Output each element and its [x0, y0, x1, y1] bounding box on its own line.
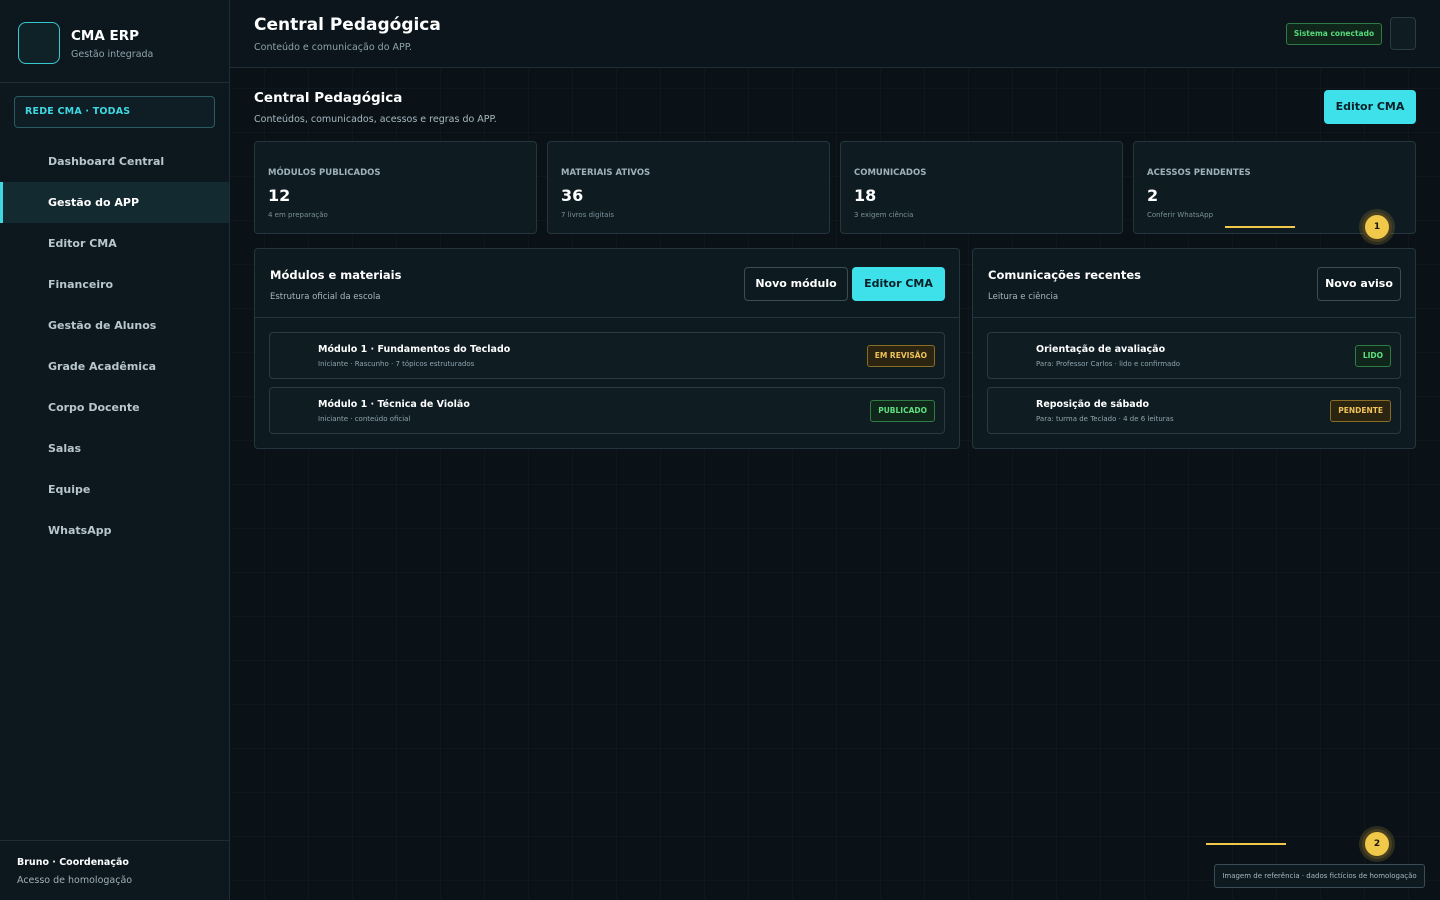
stat-card-modulos: MÓDULOS PUBLICADOS 12 4 em preparação	[254, 141, 537, 234]
list-item[interactable]: Reposição de sábado Para: turma de Tecla…	[987, 387, 1401, 434]
stat-value: 2	[1147, 186, 1159, 205]
sidebar-item-gestao-de-alunos[interactable]: Gestão de Alunos	[0, 305, 229, 346]
status-badge: Sistema conectado	[1286, 23, 1382, 45]
status-badge: PUBLICADO	[870, 400, 935, 422]
annotation-marker[interactable]: 1	[1362, 212, 1392, 242]
stat-label: MATERIAIS ATIVOS	[561, 168, 651, 178]
page-subtitle: Conteúdo e comunicação do APP.	[254, 42, 413, 53]
stat-note: 7 livros digitais	[561, 211, 614, 219]
network-selector[interactable]: REDE CMA · TODAS	[14, 96, 215, 128]
row-meta: Para: turma de Teclado · 4 de 6 leituras	[1036, 415, 1174, 423]
top-header: Central Pedagógica Conteúdo e comunicaçã…	[230, 0, 1440, 68]
stat-value: 12	[268, 186, 291, 205]
sidebar-item-equipe[interactable]: Equipe	[0, 469, 229, 510]
sidebar-item-grade-academica[interactable]: Grade Acadêmica	[0, 346, 229, 387]
stat-label: COMUNICADOS	[854, 168, 927, 178]
communications-panel: Comunicações recentes Leitura e ciência …	[972, 248, 1416, 449]
list-item[interactable]: Módulo 1 · Técnica de Violão Iniciante ·…	[269, 387, 945, 434]
sidebar-item-salas[interactable]: Salas	[0, 428, 229, 469]
sidebar-item-financeiro[interactable]: Financeiro	[0, 264, 229, 305]
new-module-button[interactable]: Novo módulo	[744, 267, 848, 301]
stat-value: 36	[561, 186, 584, 205]
stat-card-materiais: MATERIAIS ATIVOS 36 7 livros digitais	[547, 141, 830, 234]
brand-subtitle: Gestão integrada	[71, 49, 154, 60]
user-block[interactable]: Bruno · Coordenação Acesso de homologaçã…	[0, 840, 229, 900]
panel-title: Comunicações recentes	[988, 268, 1141, 282]
panel-subtitle: Estrutura oficial da escola	[270, 292, 381, 302]
stat-note: 4 em preparação	[268, 211, 328, 219]
stat-note: Conferir WhatsApp	[1147, 211, 1214, 219]
sidebar-nav: Dashboard Central Gestão do APP Editor C…	[0, 141, 229, 551]
list-item[interactable]: Orientação de avaliação Para: Professor …	[987, 332, 1401, 379]
annotation-marker[interactable]: 2	[1362, 829, 1392, 859]
list-item[interactable]: Módulo 1 · Fundamentos do Teclado Inicia…	[269, 332, 945, 379]
stat-card-comunicados: COMUNICADOS 18 3 exigem ciência	[840, 141, 1123, 234]
brand: CMA ERP Gestão integrada	[0, 0, 229, 83]
status-badge: EM REVISÃO	[866, 345, 935, 367]
panel-header: Comunicações recentes Leitura e ciência …	[973, 249, 1415, 318]
sidebar-item-editor-cma[interactable]: Editor CMA	[0, 223, 229, 264]
brand-title: CMA ERP	[71, 28, 140, 44]
row-meta: Iniciante · conteúdo oficial	[318, 415, 411, 423]
section-subtitle: Conteúdos, comunicados, acessos e regras…	[254, 114, 497, 125]
row-meta: Iniciante · Rascunho · 7 tópicos estrutu…	[318, 360, 475, 368]
row-meta: Para: Professor Carlos · lido e confirma…	[1036, 360, 1181, 368]
panel-title: Módulos e materiais	[270, 268, 402, 282]
row-title: Módulo 1 · Técnica de Violão	[318, 399, 470, 410]
editor-cma-panel-button[interactable]: Editor CMA	[852, 267, 945, 301]
modules-panel: Módulos e materiais Estrutura oficial da…	[254, 248, 960, 449]
row-title: Módulo 1 · Fundamentos do Teclado	[318, 344, 511, 355]
brand-logo[interactable]	[18, 22, 60, 64]
page-title: Central Pedagógica	[254, 15, 441, 35]
stat-note: 3 exigem ciência	[854, 211, 914, 219]
stat-value: 18	[854, 186, 877, 205]
status-badge: PENDENTE	[1330, 400, 1391, 422]
sidebar-item-dashboard-central[interactable]: Dashboard Central	[0, 141, 229, 182]
user-access: Acesso de homologação	[17, 875, 133, 886]
stat-label: MÓDULOS PUBLICADOS	[268, 168, 381, 178]
editor-cma-button[interactable]: Editor CMA	[1324, 90, 1416, 124]
reference-footnote: Imagem de referência · dados fictícios d…	[1214, 864, 1425, 888]
panel-subtitle: Leitura e ciência	[988, 292, 1059, 302]
user-name: Bruno · Coordenação	[17, 857, 129, 868]
sidebar-item-whatsapp[interactable]: WhatsApp	[0, 510, 229, 551]
panel-header: Módulos e materiais Estrutura oficial da…	[255, 249, 959, 318]
header-action-button[interactable]	[1390, 17, 1416, 50]
sidebar-item-corpo-docente[interactable]: Corpo Docente	[0, 387, 229, 428]
row-title: Orientação de avaliação	[1036, 344, 1166, 355]
marker-line	[1206, 843, 1286, 845]
status-badge: LIDO	[1354, 345, 1391, 367]
new-notice-button[interactable]: Novo aviso	[1317, 267, 1401, 301]
sidebar-item-gestao-do-app[interactable]: Gestão do APP	[0, 182, 229, 223]
stat-label: ACESSOS PENDENTES	[1147, 168, 1251, 178]
section-title: Central Pedagógica	[254, 90, 403, 106]
sidebar: CMA ERP Gestão integrada REDE CMA · TODA…	[0, 0, 230, 900]
marker-line	[1225, 226, 1295, 228]
row-title: Reposição de sábado	[1036, 399, 1150, 410]
